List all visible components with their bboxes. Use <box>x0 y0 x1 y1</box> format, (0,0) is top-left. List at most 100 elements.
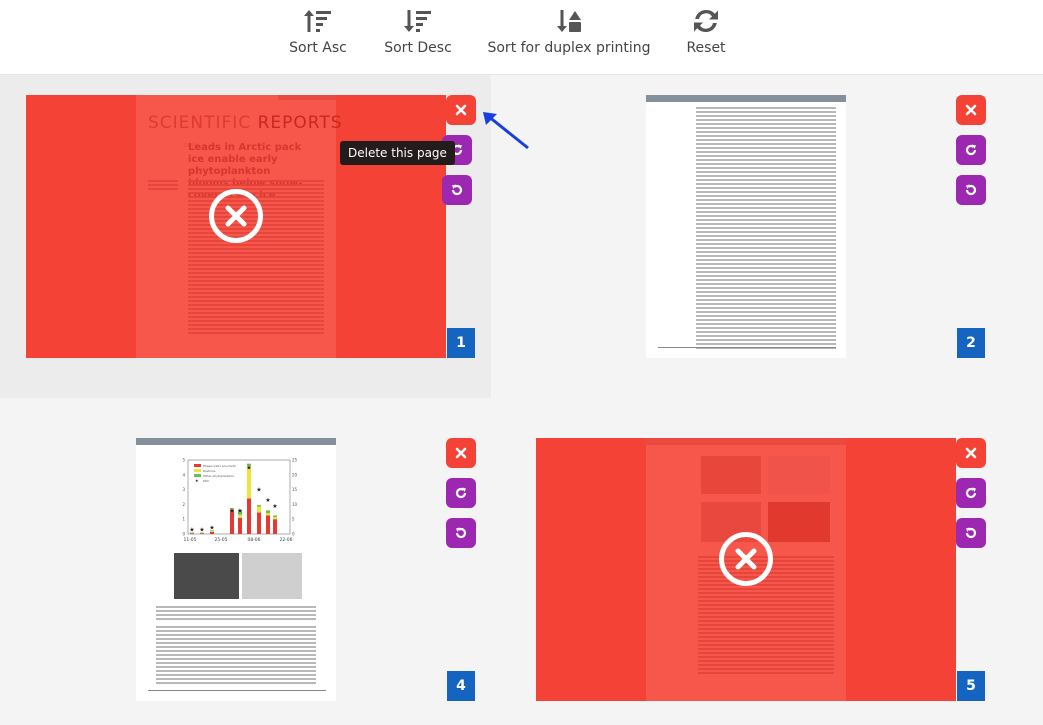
y2-tick-label: 5 <box>292 517 295 522</box>
close-icon <box>965 104 977 116</box>
sort-desc-button[interactable]: Sort Desc <box>384 6 452 56</box>
rotate-ccw-icon <box>455 527 467 539</box>
rotate-counterclockwise-button[interactable] <box>446 518 476 548</box>
poc-marker: ★ <box>265 497 270 504</box>
page-number-badge: 5 <box>957 671 985 701</box>
bar-other-phytoplankton <box>266 510 270 514</box>
page-thumbnail-deleted[interactable]: SCIENTIFIC REPORTS OPEN Leads in Arctic … <box>26 95 446 358</box>
legend-label: Phaeocystis pouchetii <box>203 464 236 468</box>
page-number-badge: 4 <box>447 671 475 701</box>
bar-phaeocystis-pouchetii <box>238 517 242 534</box>
y2-tick-label: 0 <box>292 532 295 537</box>
page-thumbnail[interactable] <box>646 95 846 358</box>
x-tick-label: 22-06 <box>279 537 292 543</box>
poc-marker: ★ <box>209 524 214 531</box>
toolbar: Sort Asc Sort Desc Sort for duplex print… <box>0 0 1043 75</box>
rotate-ccw-icon <box>451 184 463 196</box>
rotate-cw-icon <box>455 487 467 499</box>
poc-marker: ★ <box>256 487 261 494</box>
rotate-clockwise-button[interactable] <box>956 478 986 508</box>
x-tick-label: 11-05 <box>183 537 196 543</box>
bar-phaeocystis-pouchetii <box>273 519 277 534</box>
x-tick-label: 08-06 <box>247 537 260 543</box>
rotate-clockwise-button[interactable] <box>446 478 476 508</box>
bar-diatoms <box>238 514 242 518</box>
legend-label: POC <box>203 479 209 483</box>
legend-swatch <box>194 474 201 477</box>
legend-poc-marker: ★ <box>195 478 199 483</box>
tooltip-delete: Delete this page <box>340 141 455 165</box>
sort-duplex-button[interactable]: Sort for duplex printing <box>487 6 651 56</box>
bar-diatoms <box>257 506 261 513</box>
poc-marker: ★ <box>189 527 194 534</box>
page-thumbnail-deleted[interactable] <box>536 438 956 701</box>
page-number-badge: 2 <box>957 328 985 358</box>
reset-label: Reset <box>686 40 726 56</box>
y2-tick-label: 25 <box>292 458 298 463</box>
sort-asc-label: Sort Asc <box>289 40 347 56</box>
bar-phaeocystis-pouchetii <box>257 512 261 534</box>
y-tick-label: 4 <box>182 472 185 477</box>
sort-duplex-label: Sort for duplex printing <box>487 40 651 56</box>
journal-title: SCIENTIFIC REPORTS <box>148 113 343 133</box>
delete-page-button[interactable] <box>446 438 476 468</box>
rotate-cw-icon <box>965 487 977 499</box>
deleted-mark-icon <box>719 532 773 586</box>
page-card-2[interactable]: 2 <box>521 75 1043 398</box>
close-icon <box>965 447 977 459</box>
poc-marker: ★ <box>272 503 277 510</box>
legend-swatch <box>194 469 201 472</box>
close-icon <box>455 447 467 459</box>
rotate-cw-icon <box>965 144 977 156</box>
bar-diatoms <box>273 516 277 520</box>
x-tick-label: 25-05 <box>214 537 227 543</box>
sort-asc-icon <box>304 10 331 32</box>
y-tick-label: 3 <box>182 487 185 492</box>
page-card-5[interactable]: 5 <box>521 418 1043 718</box>
y2-tick-label: 10 <box>292 502 298 507</box>
rotate-ccw-icon <box>965 184 977 196</box>
rotate-counterclockwise-button[interactable] <box>956 518 986 548</box>
sort-asc-button[interactable]: Sort Asc <box>289 6 347 56</box>
delete-page-button[interactable] <box>956 438 986 468</box>
page-grid: SCIENTIFIC REPORTS OPEN Leads in Arctic … <box>0 75 1043 725</box>
rotate-counterclockwise-button[interactable] <box>442 175 472 205</box>
legend-label: Other phytoplankton <box>203 474 234 478</box>
bar-phaeocystis-pouchetii <box>266 515 270 534</box>
micrograph-light <box>242 553 302 599</box>
poc-marker: ★ <box>237 507 242 514</box>
page-card-4[interactable]: ★ ★ ★ ★ ★ ★ ★ ★ ★ Phaeocystis pouchetii Diatoms Oth… <box>0 418 491 718</box>
y-tick-label: 1 <box>182 517 185 522</box>
reset-button[interactable]: Reset <box>684 6 728 56</box>
legend-swatch <box>194 464 201 467</box>
y2-tick-label: 15 <box>292 487 298 492</box>
bar-phaeocystis-pouchetii <box>200 533 204 534</box>
sort-desc-label: Sort Desc <box>384 40 452 56</box>
delete-page-button[interactable] <box>956 95 986 125</box>
rotate-ccw-icon <box>965 527 977 539</box>
poc-marker: ★ <box>229 507 234 514</box>
micrograph-dark <box>174 553 239 599</box>
y2-tick-label: 20 <box>292 472 298 477</box>
legend-label: Diatoms <box>203 469 216 473</box>
close-icon <box>455 104 467 116</box>
poc-marker: ★ <box>246 464 251 471</box>
bar-diatoms <box>266 513 270 516</box>
bar-other-phytoplankton <box>257 505 261 507</box>
y-tick-label: 0 <box>182 532 185 537</box>
page-thumbnail[interactable]: ★ ★ ★ ★ ★ ★ ★ ★ ★ Phaeocystis pouchetii Diatoms Oth… <box>136 438 336 701</box>
rotate-counterclockwise-button[interactable] <box>956 175 986 205</box>
page-number-badge: 1 <box>447 328 475 358</box>
bar-phaeocystis-pouchetii <box>210 531 214 534</box>
reset-icon <box>694 9 718 33</box>
bar-other-phytoplankton <box>273 515 277 517</box>
sort-desc-icon <box>404 10 431 32</box>
y-tick-label: 2 <box>182 502 185 507</box>
rotate-clockwise-button[interactable] <box>956 135 986 165</box>
delete-page-button[interactable] <box>446 95 476 125</box>
figure-chart: ★ ★ ★★ ★★★★★Phaeocystis pouchetiiDiatomsOth… <box>182 458 298 544</box>
y-tick-label: 5 <box>182 458 185 463</box>
page-card-1[interactable]: SCIENTIFIC REPORTS OPEN Leads in Arctic … <box>0 75 529 398</box>
sort-duplex-icon <box>557 10 581 32</box>
deleted-mark-icon <box>209 189 263 243</box>
